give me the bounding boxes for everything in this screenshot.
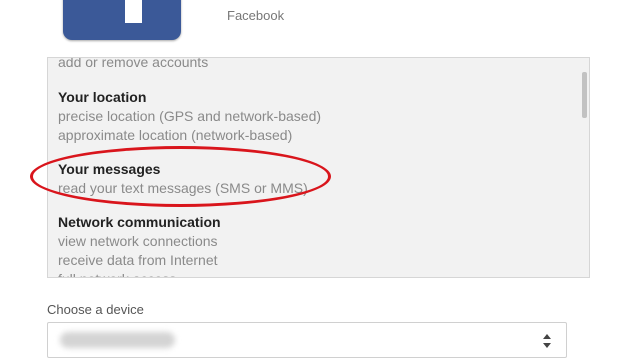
permissions-list[interactable]: add or remove accounts Your location pre… (47, 57, 590, 278)
permission-item: receive data from Internet (58, 252, 218, 268)
facebook-f-glyph (125, 0, 142, 23)
facebook-icon (63, 0, 181, 40)
select-arrows-icon (543, 334, 551, 348)
permission-heading: Your location (58, 89, 147, 105)
permission-heading: Network communication (58, 214, 221, 230)
permission-group-accounts: add or remove accounts (58, 57, 558, 72)
permission-group-location: Your location precise location (GPS and … (58, 88, 558, 145)
permission-group-messages: Your messages read your text messages (S… (58, 160, 558, 198)
scrollbar-thumb[interactable] (582, 72, 587, 118)
permissions-content: add or remove accounts Your location pre… (58, 57, 558, 277)
app-name: Facebook (227, 8, 285, 23)
permission-item: approximate location (network-based) (58, 127, 293, 143)
permission-item: precise location (GPS and network-based) (58, 108, 322, 124)
device-label: Choose a device (47, 302, 144, 317)
blurred-device-name (60, 332, 175, 348)
permissions-scrollbar[interactable] (580, 58, 589, 277)
permission-item: full network access (58, 270, 558, 277)
app-install-dialog: Facebook add or remove accounts Your loc… (0, 0, 640, 360)
permission-item: read your text messages (SMS or MMS) (58, 180, 308, 196)
permission-heading: Your messages (58, 161, 161, 177)
device-select[interactable] (47, 322, 567, 358)
permission-item: add or remove accounts (58, 57, 209, 70)
permission-item: view network connections (58, 233, 218, 249)
permission-group-network: Network communication view network conne… (58, 213, 558, 277)
